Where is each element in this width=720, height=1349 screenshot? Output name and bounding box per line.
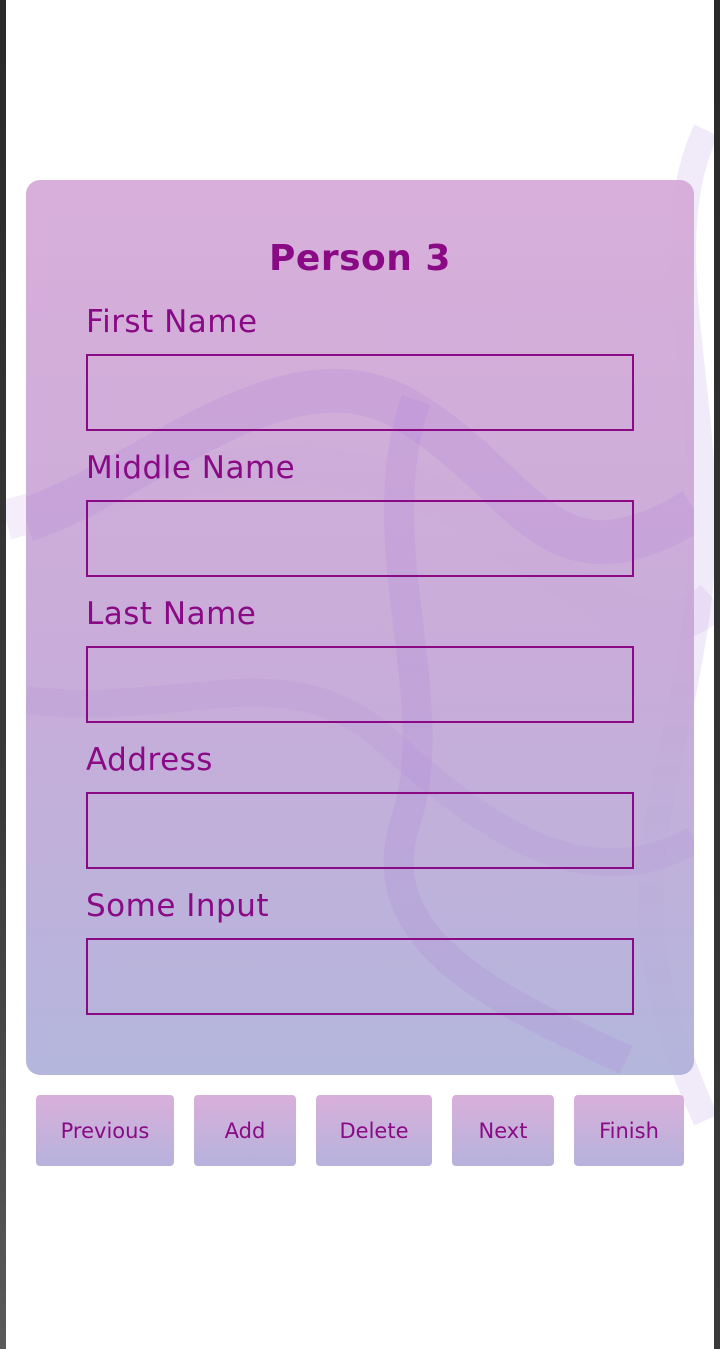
first-name-input[interactable]	[86, 354, 634, 431]
finish-button[interactable]: Finish	[574, 1095, 684, 1166]
delete-button[interactable]: Delete	[316, 1095, 432, 1166]
person-form-card: Person 3 First Name Middle Name Last Nam…	[26, 180, 694, 1075]
some-input-field[interactable]	[86, 938, 634, 1015]
some-input-label: Some Input	[86, 888, 270, 924]
address-input[interactable]	[86, 792, 634, 869]
address-label: Address	[86, 742, 213, 778]
middle-name-label: Middle Name	[86, 450, 296, 486]
page-title: Person 3	[269, 238, 451, 279]
previous-button[interactable]: Previous	[36, 1095, 174, 1166]
last-name-label: Last Name	[86, 596, 257, 632]
app-screen: Person 3 First Name Middle Name Last Nam…	[0, 0, 720, 1349]
add-button[interactable]: Add	[194, 1095, 296, 1166]
window-edge-right	[714, 0, 720, 1349]
last-name-input[interactable]	[86, 646, 634, 723]
next-button[interactable]: Next	[452, 1095, 554, 1166]
first-name-label: First Name	[86, 304, 258, 340]
middle-name-input[interactable]	[86, 500, 634, 577]
